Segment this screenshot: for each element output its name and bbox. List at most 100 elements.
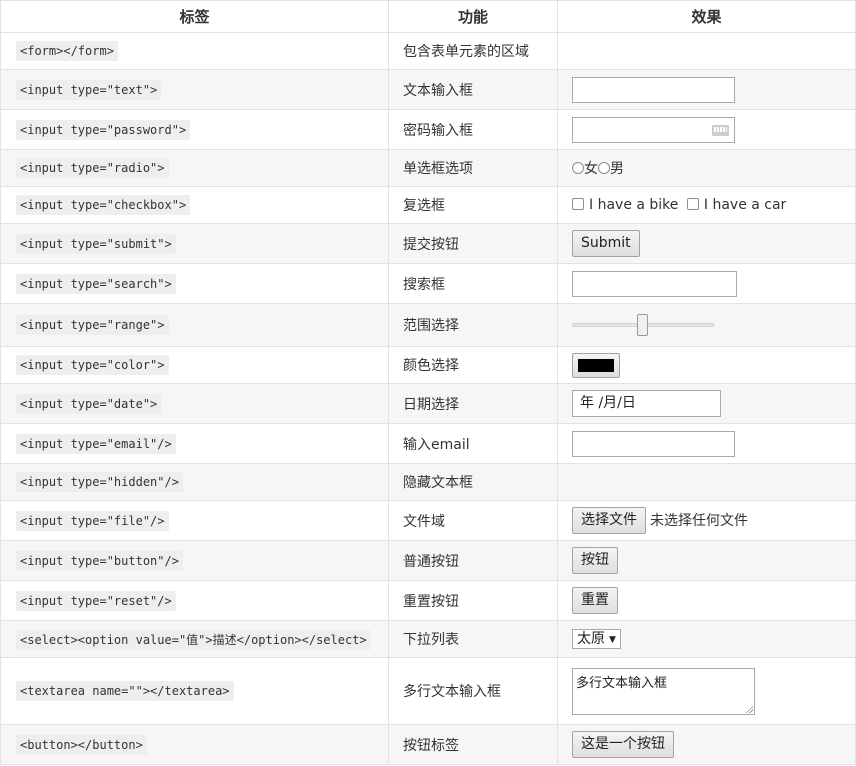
range-thumb[interactable] [637, 314, 649, 336]
row-description: 密码输入框 [388, 109, 558, 150]
row-description: 普通按钮 [388, 540, 558, 581]
demo-cell [557, 463, 856, 501]
table-row: <input type="checkbox"> 复选框 I have a bik… [0, 186, 856, 224]
row-description: 多行文本输入框 [388, 657, 558, 725]
tag-code: <input type="button"/> [16, 550, 183, 571]
demo-cell: Submit [557, 223, 856, 264]
tag-code: <input type="search"> [16, 273, 176, 294]
tag-code: <input type="email"/> [16, 433, 176, 454]
resize-grip-icon[interactable] [745, 704, 753, 713]
tag-code: <input type="checkbox"> [16, 195, 191, 215]
radio-male-label: 男 [610, 161, 624, 177]
tag-code: <form></form> [16, 41, 118, 61]
demo-cell: 这是一个按钮 [557, 724, 856, 765]
demo-cell [557, 109, 856, 150]
row-description: 范围选择 [388, 303, 558, 347]
header-function: 功能 [388, 0, 558, 33]
plain-button[interactable]: 按钮 [572, 547, 618, 574]
table-row: <select><option value="值">描述</option></s… [0, 620, 856, 658]
table-row: <input type="email"/> 输入email [0, 423, 856, 464]
demo-cell: 多行文本输入框 [557, 657, 856, 725]
header-row: 标签 功能 效果 [0, 0, 856, 33]
demo-cell: 女男 [557, 149, 856, 187]
tag-code: <input type="range"> [16, 315, 169, 335]
row-description: 输入email [388, 423, 558, 464]
keyboard-icon[interactable] [712, 124, 729, 136]
tag-code: <input type="hidden"/> [16, 472, 183, 492]
select-value: 太原 [577, 631, 605, 647]
tag-code: <input type="file"/> [16, 510, 169, 531]
tag-code: <input type="reset"/> [16, 590, 176, 611]
row-description: 重置按钮 [388, 580, 558, 621]
demo-cell: 太原 ▼ [557, 620, 856, 658]
range-slider[interactable] [572, 314, 715, 336]
html-form-elements-table: 标签 功能 效果 <form></form> 包含表单元素的区域 <input … [0, 0, 856, 765]
row-description: 提交按钮 [388, 223, 558, 264]
table-row: <textarea name=""></textarea> 多行文本输入框 多行… [0, 657, 856, 725]
table-row: <input type="date"> 日期选择 年 /月/日 [0, 383, 856, 424]
demo-cell [557, 346, 856, 384]
password-input-demo[interactable] [572, 116, 735, 143]
header-tag: 标签 [0, 0, 389, 33]
tag-code: <input type="date"> [16, 393, 162, 414]
row-description: 颜色选择 [388, 346, 558, 384]
tag-code: <input type="password"> [16, 119, 191, 140]
table-row: <input type="button"/> 普通按钮 按钮 [0, 540, 856, 581]
city-select[interactable]: 太原 ▼ [572, 629, 621, 649]
radio-male[interactable] [598, 162, 610, 174]
table-row: <input type="text"> 文本输入框 [0, 69, 856, 110]
tag-code: <input type="color"> [16, 355, 169, 375]
table-row: <input type="color"> 颜色选择 [0, 346, 856, 384]
submit-button[interactable]: Submit [572, 230, 640, 257]
table-row: <input type="submit"> 提交按钮 Submit [0, 223, 856, 264]
table-row: <input type="file"/> 文件域 选择文件 未选择任何文件 [0, 500, 856, 541]
reset-button[interactable]: 重置 [572, 587, 618, 614]
demo-cell [557, 69, 856, 110]
table-row: <form></form> 包含表单元素的区域 [0, 32, 856, 70]
row-description: 按钮标签 [388, 724, 558, 765]
row-description: 隐藏文本框 [388, 463, 558, 501]
demo-cell: 选择文件 未选择任何文件 [557, 500, 856, 541]
table-row: <input type="search"> 搜索框 [0, 263, 856, 304]
tag-code: <input type="submit"> [16, 233, 176, 254]
checkbox-car[interactable] [686, 198, 699, 210]
row-description: 下拉列表 [388, 620, 558, 658]
table-row: <input type="range"> 范围选择 [0, 303, 856, 347]
table-row: <input type="hidden"/> 隐藏文本框 [0, 463, 856, 501]
file-status: 未选择任何文件 [650, 512, 748, 529]
row-description: 文件域 [388, 500, 558, 541]
email-input-demo[interactable] [572, 430, 735, 457]
tag-code: <textarea name=""></textarea> [16, 681, 234, 701]
header-effect: 效果 [557, 0, 856, 33]
choose-file-button[interactable]: 选择文件 [572, 507, 646, 534]
row-description: 日期选择 [388, 383, 558, 424]
demo-cell [557, 303, 856, 347]
button-tag-demo[interactable]: 这是一个按钮 [572, 731, 674, 758]
radio-female-label: 女 [584, 161, 598, 177]
row-description: 包含表单元素的区域 [388, 32, 558, 70]
search-input-demo[interactable] [572, 270, 737, 297]
checkbox-bike[interactable] [572, 198, 584, 210]
date-input[interactable]: 年 /月/日 [572, 390, 721, 417]
demo-cell: 年 /月/日 [557, 383, 856, 424]
tag-code: <input type="radio"> [16, 158, 169, 178]
demo-cell [557, 263, 856, 304]
tag-code: <button></button> [16, 734, 147, 755]
dropdown-arrow-icon: ▼ [609, 635, 616, 645]
row-description: 单选框选项 [388, 149, 558, 187]
table-row: <input type="password"> 密码输入框 [0, 109, 856, 150]
textarea-text: 多行文本输入框 [576, 675, 668, 691]
row-description: 文本输入框 [388, 69, 558, 110]
demo-cell [557, 423, 856, 464]
textarea-demo[interactable]: 多行文本输入框 [572, 667, 755, 715]
text-input-demo[interactable] [572, 76, 735, 103]
row-description: 搜索框 [388, 263, 558, 304]
row-description: 复选框 [388, 186, 558, 224]
table-row: <input type="radio"> 单选框选项 女男 [0, 149, 856, 187]
radio-female[interactable] [572, 162, 584, 174]
color-swatch [578, 358, 614, 372]
checkbox-car-label: I have a car [703, 197, 787, 213]
demo-cell: I have a bike I have a car [557, 186, 856, 224]
tag-code: <select><option value="值">描述</option></s… [16, 629, 371, 650]
color-picker[interactable] [572, 352, 620, 378]
